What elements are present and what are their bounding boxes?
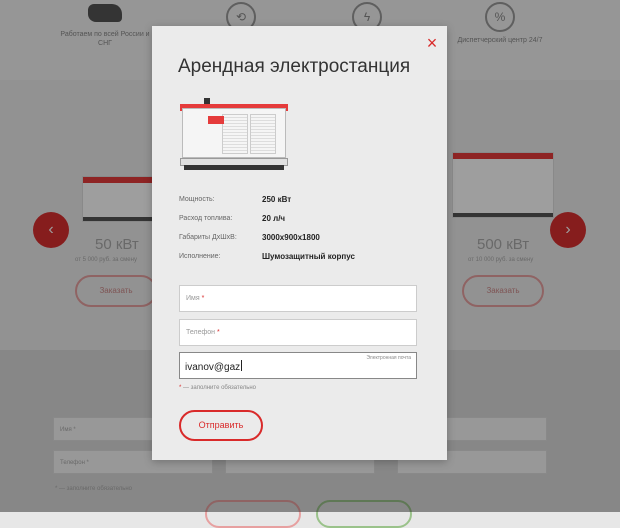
- email-value: ivanov@gaz: [185, 362, 241, 373]
- submit-button[interactable]: Отправить: [179, 410, 263, 441]
- required-note: * — заполните обязательно: [179, 385, 257, 391]
- spec-value: Шумозащитный корпус: [262, 252, 355, 261]
- close-icon[interactable]: ×: [425, 34, 439, 52]
- spec-value: 3000х900х1800: [262, 233, 320, 242]
- spec-label: Расход топлива:: [179, 215, 233, 222]
- generator-image: [180, 98, 288, 174]
- rental-modal: × Арендная электростанция Мощность: 250 …: [152, 26, 447, 460]
- brand-logo: [208, 116, 224, 124]
- modal-title: Арендная электростанция: [178, 56, 411, 77]
- phone-placeholder: Телефон *: [186, 329, 220, 336]
- spec-label: Габариты ДхШхВ:: [179, 234, 237, 241]
- spec-value: 20 л/ч: [262, 214, 286, 223]
- spec-label: Исполнение:: [179, 253, 221, 260]
- name-field[interactable]: Имя *: [179, 285, 417, 312]
- spec-value: 250 кВт: [262, 195, 292, 204]
- email-label: Электронная почта: [366, 355, 411, 361]
- required-star: *: [201, 295, 205, 302]
- required-star: *: [217, 329, 220, 336]
- name-placeholder: Имя *: [186, 295, 205, 302]
- email-field[interactable]: Электронная почта ivanov@gaz: [179, 352, 417, 379]
- spec-label: Мощность:: [179, 196, 215, 203]
- phone-field[interactable]: Телефон *: [179, 319, 417, 346]
